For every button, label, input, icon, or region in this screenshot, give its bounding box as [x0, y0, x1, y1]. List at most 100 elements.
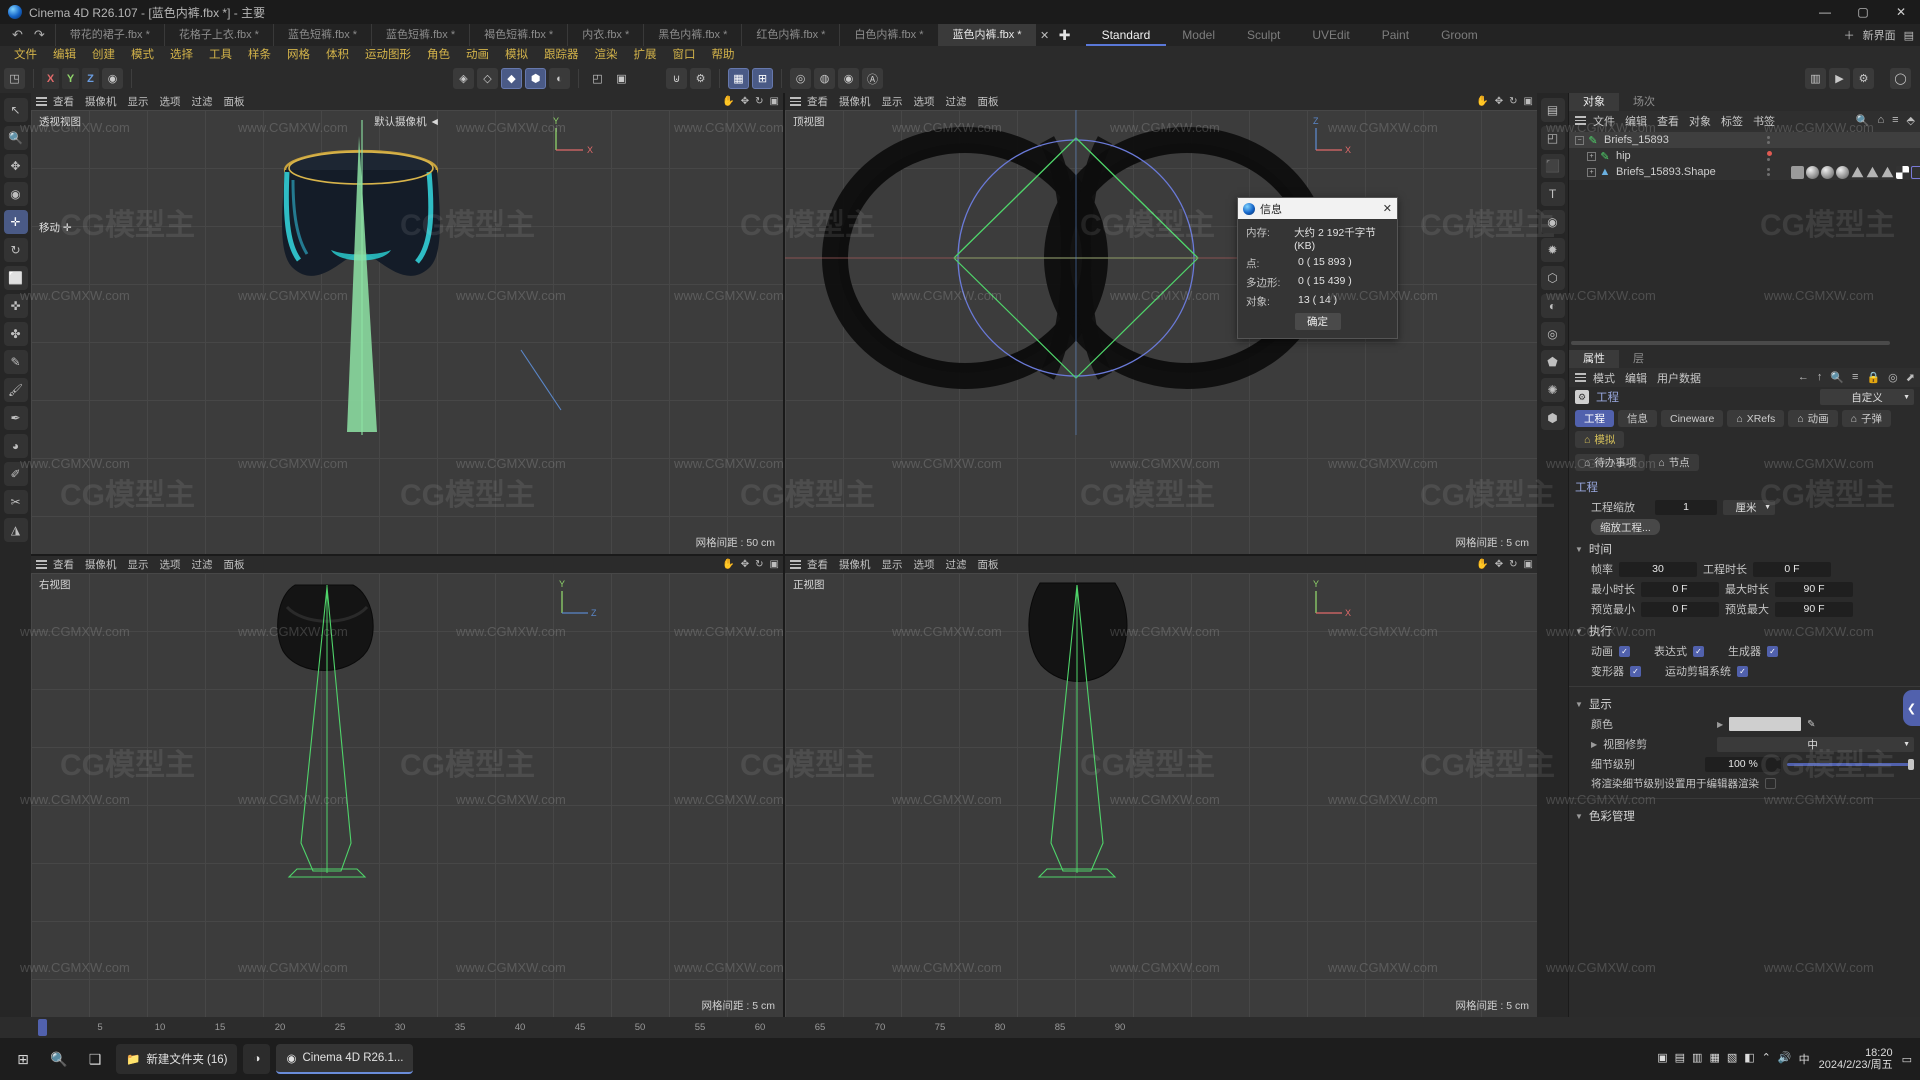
tray-icon[interactable]: ▦	[1709, 1051, 1719, 1067]
pan-icon[interactable]: ✋	[1476, 559, 1488, 570]
expander-icon[interactable]: +	[1587, 167, 1596, 177]
point-mode-icon[interactable]: ◈	[453, 68, 474, 89]
object-manager-hamburger-icon[interactable]	[1575, 116, 1586, 127]
menu-网格[interactable]: 网格	[279, 46, 318, 64]
chevron-right-icon[interactable]: ▶	[1591, 740, 1597, 749]
group-header-color-management[interactable]: ▼ 色彩管理	[1569, 804, 1920, 826]
axis-y-icon[interactable]: Y	[62, 68, 79, 89]
deformer-icon[interactable]: ◉	[1540, 210, 1565, 234]
menu-渲染[interactable]: 渲染	[587, 46, 626, 64]
scene-icon[interactable]: ◎	[1540, 322, 1565, 346]
object-manager-empty-area[interactable]	[1569, 180, 1920, 340]
exec-checkbox-变形器[interactable]: ✓	[1630, 665, 1641, 677]
tray-icon[interactable]: 🔊	[1778, 1051, 1792, 1067]
group-header-time[interactable]: ▼ 时间	[1569, 537, 1920, 559]
viewport-hamburger-icon[interactable]	[36, 97, 47, 108]
workplane-lock-icon[interactable]: ▣	[611, 68, 632, 89]
viewport-menu-display[interactable]: 显示	[128, 94, 149, 109]
object-row-1[interactable]: + ✎ hip	[1569, 148, 1920, 164]
filter-icon[interactable]: ≡	[1852, 371, 1858, 384]
spline-object-icon[interactable]: ◰	[1540, 126, 1565, 150]
tag-tri-icon[interactable]	[1851, 166, 1864, 178]
attr-pill-模拟[interactable]: ⌂ 模拟	[1575, 431, 1625, 448]
viewport-menu-display[interactable]: 显示	[882, 94, 903, 109]
om-menu-object[interactable]: 对象	[1689, 113, 1711, 129]
attr-tab-层[interactable]: 层	[1619, 350, 1658, 368]
viewport-hamburger-icon[interactable]	[790, 97, 801, 108]
attr-menu-mode[interactable]: 模式	[1593, 370, 1615, 386]
layout-tab-sculpt[interactable]: Sculpt	[1231, 24, 1296, 46]
viewport-menu-panel[interactable]: 面板	[224, 557, 245, 572]
world-axis-icon[interactable]: ◉	[102, 68, 123, 89]
search-icon[interactable]: 🔍	[1830, 371, 1844, 384]
attr-pill-子弹[interactable]: ⌂ 子弹	[1841, 410, 1891, 427]
menu-窗口[interactable]: 窗口	[665, 46, 704, 64]
undo-icon[interactable]: ↶	[12, 27, 23, 43]
take-play-icon[interactable]: ▶	[1829, 68, 1850, 89]
om-tab-场次[interactable]: 场次	[1619, 93, 1669, 111]
viewport-menu-panel[interactable]: 面板	[978, 94, 999, 109]
tray-icon[interactable]: 中	[1799, 1051, 1810, 1067]
expander-icon[interactable]: +	[1587, 151, 1596, 161]
tray-icon[interactable]: ◧	[1744, 1051, 1754, 1067]
new-layout-icon[interactable]: ＋	[1844, 27, 1855, 43]
viewport-perspective[interactable]: 查看 摄像机 显示 选项 过滤 面板 ✋ ✥ ↻ ▣ 透视视图 默认摄像机 ◄ …	[31, 93, 783, 554]
home-icon[interactable]: ⌂	[1877, 114, 1884, 127]
zoom-icon[interactable]: ✥	[741, 559, 749, 570]
axis-z-icon[interactable]: Z	[82, 68, 99, 89]
exec-checkbox-表达式[interactable]: ✓	[1693, 645, 1704, 657]
magnet-icon[interactable]: ⊍	[666, 68, 687, 89]
document-tab-7[interactable]: 红色内裤.fbx *	[741, 24, 839, 46]
exec-checkbox-动画[interactable]: ✓	[1619, 645, 1630, 657]
attr-tab-属性[interactable]: 属性	[1569, 350, 1619, 368]
back-arrow-icon[interactable]: ←	[1798, 371, 1809, 384]
lock-icon[interactable]: 🔒	[1866, 371, 1880, 384]
viewport-menu-filter[interactable]: 过滤	[192, 557, 213, 572]
close-document-icon[interactable]: ✕	[1036, 29, 1054, 42]
array-object-icon[interactable]: ▤	[1540, 98, 1565, 122]
workplane-icon[interactable]: ◰	[587, 68, 608, 89]
viewport-menu-camera[interactable]: 摄像机	[839, 557, 871, 572]
timeline-ruler[interactable]: 5 10 15 20 25 30 35 40 45 50 55 60 65 70 75 80 85 90	[0, 1017, 1920, 1039]
spline-pen-icon[interactable]: ✒	[3, 406, 28, 430]
group-header-execution[interactable]: ▼ 执行	[1569, 619, 1920, 641]
close-button[interactable]: ✕	[1882, 0, 1920, 24]
viewport-menu-view[interactable]: 查看	[53, 94, 74, 109]
menu-动画[interactable]: 动画	[458, 46, 497, 64]
object-tree[interactable]: − ✎ Briefs_15893 + ✎ hip + ▲ Briefs_15893.Shape	[1569, 130, 1920, 180]
attr-menu-userdata[interactable]: 用户数据	[1657, 370, 1701, 386]
om-menu-tags[interactable]: 标签	[1721, 113, 1743, 129]
time-input-0[interactable]: 30	[1619, 561, 1697, 577]
menu-体积[interactable]: 体积	[318, 46, 357, 64]
camera-object-icon[interactable]: ⬡	[1540, 266, 1565, 290]
tag-mat-icon[interactable]	[1821, 165, 1834, 179]
preset-select[interactable]: 自定义 ▼	[1820, 389, 1914, 405]
tray-icon[interactable]: ▣	[1657, 1051, 1667, 1067]
object-row-2[interactable]: + ▲ Briefs_15893.Shape	[1569, 164, 1920, 180]
viewport-canvas-top[interactable]: 顶视图 网格间距 : 5 cm Z X	[785, 110, 1537, 554]
viewport-menu-panel[interactable]: 面板	[224, 94, 245, 109]
render-region-icon[interactable]: ◍	[814, 68, 835, 89]
start-button-icon[interactable]: ⊞	[8, 1044, 38, 1074]
viewport-canvas-front[interactable]: 正视图 网格间距 : 5 cm Y X	[785, 573, 1537, 1017]
new-document-icon[interactable]: ✚	[1054, 27, 1076, 44]
simulate-icon[interactable]: ✺	[1540, 378, 1565, 402]
viewport-menu-camera[interactable]: 摄像机	[85, 557, 117, 572]
close-icon[interactable]: ✕	[1383, 202, 1392, 215]
document-tab-6[interactable]: 黑色内裤.fbx *	[643, 24, 741, 46]
om-menu-bookmark[interactable]: 书签	[1753, 113, 1775, 129]
time-input2-0[interactable]: 0 F	[1753, 561, 1831, 577]
orbit-icon[interactable]: ↻	[1509, 96, 1517, 107]
minimize-button[interactable]: —	[1806, 0, 1844, 24]
attr-pill-XRefs[interactable]: ⌂ XRefs	[1727, 410, 1785, 427]
time-input2-1[interactable]: 90 F	[1775, 581, 1853, 597]
maximize-button[interactable]: ▢	[1844, 0, 1882, 24]
axis-move-icon[interactable]: ✜	[3, 294, 28, 318]
menu-扩展[interactable]: 扩展	[626, 46, 665, 64]
object-dots[interactable]	[1767, 151, 1772, 161]
object-dots[interactable]	[1767, 168, 1770, 176]
maximize-viewport-icon[interactable]: ▣	[1524, 559, 1533, 570]
sidebar-collapse-arrow[interactable]: ❮	[1903, 690, 1920, 726]
view-clipping-select[interactable]: 中 ▼	[1717, 736, 1914, 752]
viewport-right[interactable]: 查看 摄像机 显示 选项 过滤 面板 ✋ ✥ ↻ ▣ 右视图 网格间距: 5 …	[31, 556, 783, 1017]
